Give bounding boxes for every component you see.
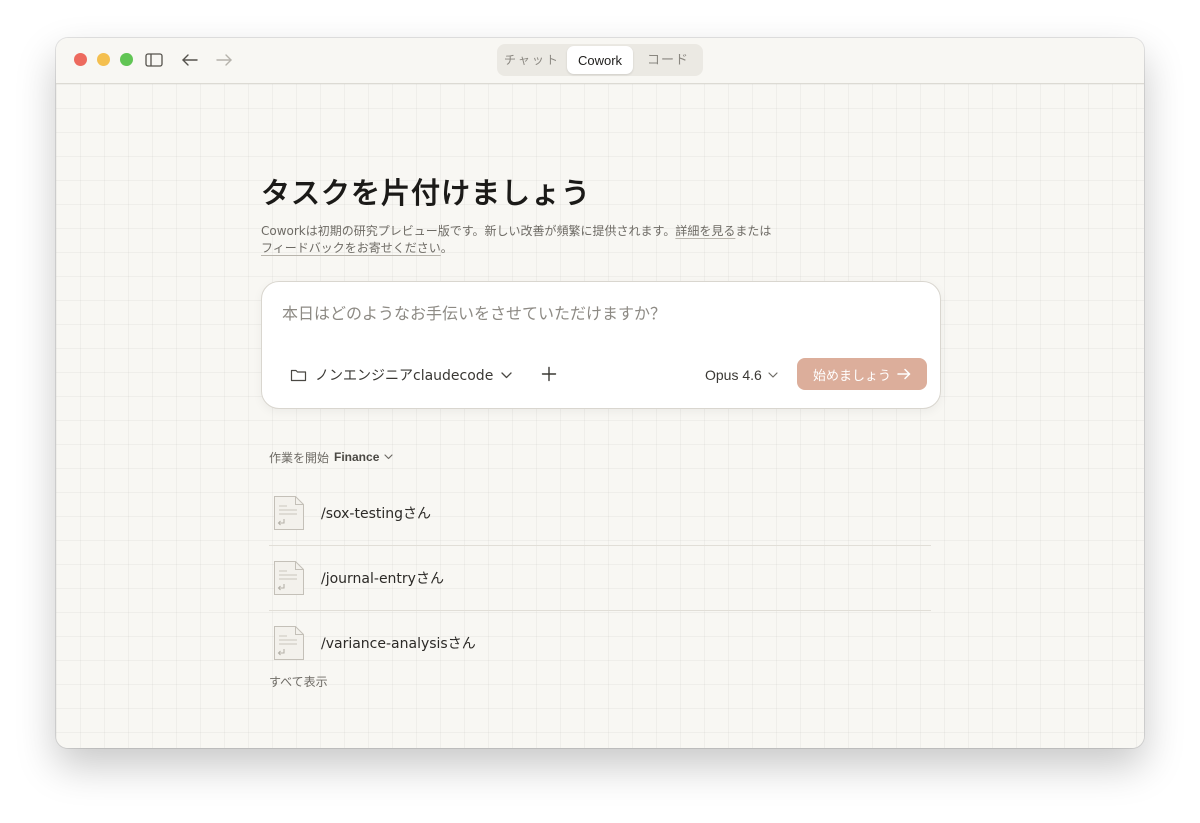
show-all-link[interactable]: すべて表示	[269, 673, 328, 690]
mode-tabs: チャット Cowork コード	[497, 44, 703, 76]
list-item[interactable]: /variance-analysisさん	[269, 611, 931, 675]
page-subtitle: Coworkは初期の研究プレビュー版です。新しい改善が頻繁に提供されます。詳細を…	[261, 223, 801, 257]
task-label: /journal-entryさん	[321, 571, 444, 587]
folder-picker[interactable]: ノンエンジニアclaudecode	[290, 364, 512, 386]
task-label: /variance-analysisさん	[321, 636, 476, 652]
category-label: Finance	[334, 450, 380, 464]
page-title: タスクを片付けましょう	[261, 176, 592, 210]
back-arrow-icon[interactable]	[180, 50, 200, 70]
chevron-down-icon	[384, 454, 393, 460]
document-icon	[274, 561, 304, 595]
start-button-label: 始めましょう	[812, 368, 891, 384]
list-item[interactable]: /journal-entryさん	[269, 546, 931, 611]
subtitle-connector: または	[735, 224, 772, 238]
feedback-link[interactable]: フィードバックをお寄せください	[261, 241, 441, 255]
model-selector[interactable]: Opus 4.6	[705, 364, 778, 386]
prompt-input[interactable]	[282, 300, 912, 326]
add-attachment-button[interactable]	[538, 363, 560, 385]
plus-icon	[541, 366, 557, 382]
arrow-right-icon	[897, 368, 911, 380]
task-list: /sox-testingさん /journal-entryさん /varianc…	[269, 481, 931, 675]
sidebar-toggle-icon[interactable]	[144, 50, 164, 70]
start-button[interactable]: 始めましょう	[797, 358, 927, 390]
tab-chat[interactable]: チャット	[501, 46, 563, 74]
prompt-composer: ノンエンジニアclaudecode Opus 4.6 始めましょう	[261, 281, 941, 409]
folder-icon	[290, 369, 307, 382]
document-icon	[274, 496, 304, 530]
learn-more-link[interactable]: 詳細を見る	[675, 224, 735, 238]
folder-label: ノンエンジニアclaudecode	[315, 368, 494, 384]
title-bar: チャット Cowork コード	[56, 38, 1144, 84]
task-label: /sox-testingさん	[321, 506, 432, 522]
chevron-down-icon	[501, 371, 512, 378]
chevron-down-icon	[768, 372, 778, 378]
minimize-window-button[interactable]	[97, 53, 110, 66]
section-prefix: 作業を開始	[269, 450, 330, 465]
document-icon	[274, 626, 304, 660]
subtitle-period: 。	[440, 241, 453, 255]
close-window-button[interactable]	[74, 53, 87, 66]
list-item[interactable]: /sox-testingさん	[269, 481, 931, 546]
maximize-window-button[interactable]	[120, 53, 133, 66]
category-selector[interactable]: 作業を開始 Finance	[269, 448, 393, 466]
app-window: チャット Cowork コード タスクを片付けましょう Coworkは初期の研究…	[56, 38, 1144, 748]
main-content: タスクを片付けましょう Coworkは初期の研究プレビュー版です。新しい改善が頻…	[56, 84, 1144, 748]
model-label: Opus 4.6	[705, 367, 762, 383]
forward-arrow-icon[interactable]	[214, 50, 234, 70]
tab-code[interactable]: コード	[637, 46, 699, 74]
subtitle-text: Coworkは初期の研究プレビュー版です。新しい改善が頻繁に提供されます。	[261, 224, 676, 238]
tab-cowork[interactable]: Cowork	[567, 46, 633, 74]
